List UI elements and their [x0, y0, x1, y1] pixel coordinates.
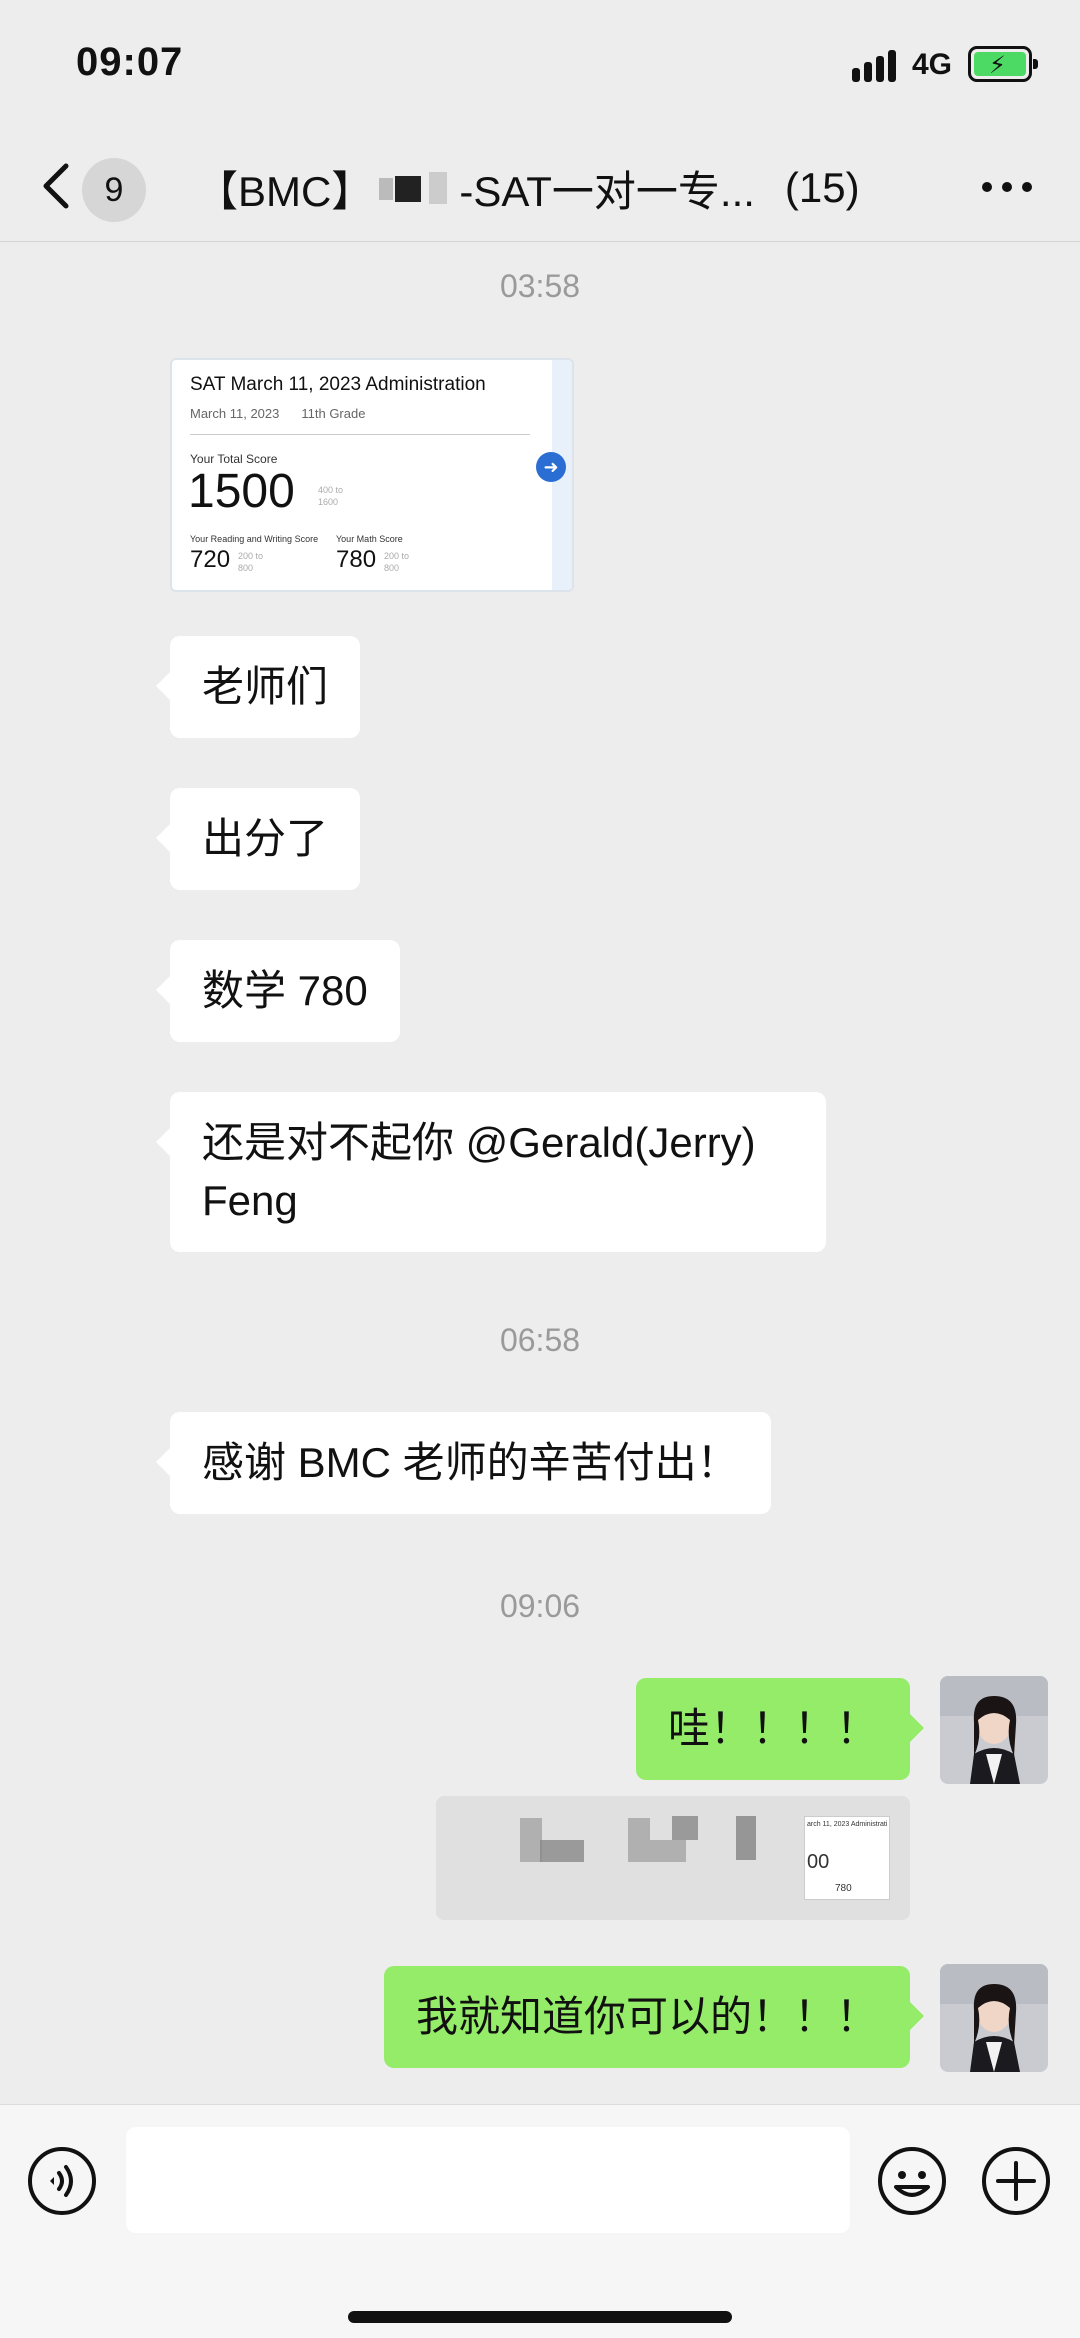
message-bubble[interactable]: 出分了 [155, 788, 361, 890]
more-icon[interactable] [978, 178, 1038, 198]
sent-message-bubble[interactable]: 哇！！！！ [635, 1678, 925, 1780]
redacted-name [377, 168, 455, 208]
math-score-label: Your Math Score [336, 534, 403, 544]
math-score-range: 200 to 800 [384, 551, 410, 573]
avatar[interactable] [940, 1964, 1048, 2072]
message-bubble[interactable]: 感谢 BMC 老师的辛苦付出！ [156, 1412, 771, 1514]
chat-title-prefix: 【BMC】 [196, 167, 374, 215]
signal-icon [852, 50, 900, 84]
score-card-meta: March 11, 2023 11th Grade [190, 406, 366, 421]
timestamp: 03:58 [499, 268, 581, 304]
battery-charging-icon: ⚡ [968, 46, 1038, 82]
network-type: 4G [912, 48, 953, 81]
input-bar [0, 2104, 1080, 2338]
avatar[interactable] [940, 1676, 1048, 1784]
message-bubble[interactable]: 老师们 [155, 636, 361, 738]
chat-title-suffix: -SAT一对一专... [459, 167, 755, 215]
home-indicator [348, 2311, 732, 2323]
status-time: 09:07 [76, 40, 184, 84]
math-score: 780 [336, 546, 377, 573]
message-bubble[interactable]: 还是对不起你 @Gerald(Jerry) Feng [156, 1092, 826, 1252]
timestamp: 06:58 [499, 1322, 581, 1358]
rw-score: 720 [190, 546, 231, 573]
add-icon[interactable] [980, 2145, 1052, 2217]
chat-title[interactable]: 【BMC】 -SAT一对一专... (15) [196, 158, 860, 218]
status-bar: 09:07 4G ⚡ [0, 0, 1080, 130]
total-score: 1500 [188, 465, 295, 518]
voice-icon[interactable] [26, 2145, 98, 2217]
arrow-right-icon: ➜ [536, 452, 566, 482]
message-bubble[interactable]: 数学 780 [156, 940, 400, 1042]
chevron-left-icon[interactable] [36, 160, 76, 212]
member-count: (15) [784, 164, 860, 211]
message-input[interactable] [126, 2127, 850, 2233]
quoted-message[interactable]: arch 11, 2023 Administrati 00 780 [436, 1796, 910, 1920]
quoted-score-thumbnail: arch 11, 2023 Administrati 00 780 [804, 1816, 890, 1900]
rw-score-range: 200 to 800 [238, 551, 264, 573]
emoji-icon[interactable] [876, 2145, 948, 2217]
rw-score-label: Your Reading and Writing Score [190, 534, 319, 544]
score-card-title: SAT March 11, 2023 Administration [190, 374, 486, 395]
sent-message-bubble[interactable]: 我就知道你可以的！！！ [383, 1966, 925, 2068]
chat-header: 9 【BMC】 -SAT一对一专... (15) [0, 130, 1080, 242]
unread-count-badge[interactable]: 9 [82, 158, 146, 222]
total-score-range: 400 to 1600 [318, 485, 344, 507]
timestamp: 09:06 [499, 1588, 581, 1624]
chat-screen: 09:07 4G ⚡ 9 【BMC】 -SAT一对一专... (15) 03:5… [0, 0, 1080, 2338]
score-report-image[interactable]: SAT March 11, 2023 Administration March … [170, 358, 574, 592]
